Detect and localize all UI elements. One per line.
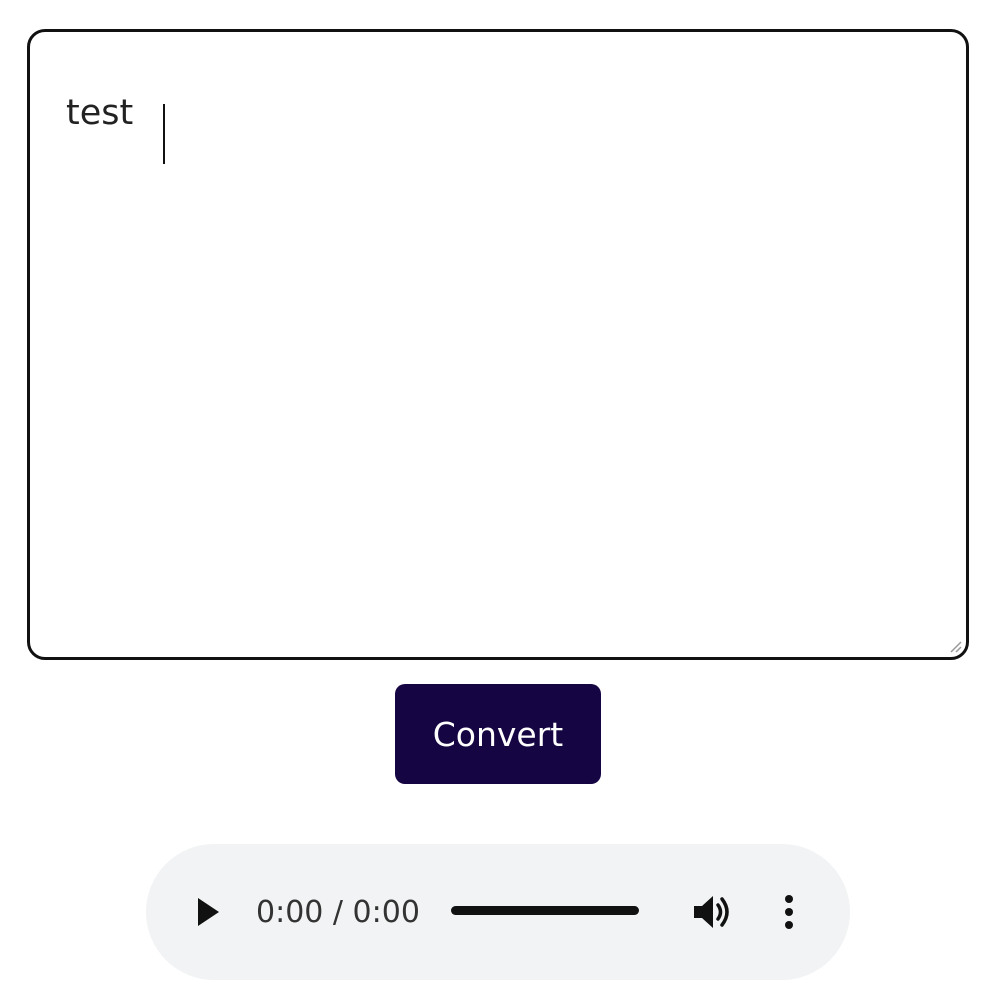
volume-icon[interactable] [692,893,734,931]
text-cursor [163,104,165,164]
text-input[interactable]: test [30,32,966,657]
time-display: 0:00 / 0:00 [256,895,420,930]
resize-handle-icon[interactable] [948,639,962,653]
more-options-icon[interactable] [778,893,800,931]
convert-button[interactable]: Convert [395,684,601,784]
progress-slider[interactable] [451,906,639,915]
play-icon[interactable] [196,897,220,927]
text-input-container: test [27,29,969,660]
page: test Convert 0:00 / 0:00 [0,0,1000,1000]
